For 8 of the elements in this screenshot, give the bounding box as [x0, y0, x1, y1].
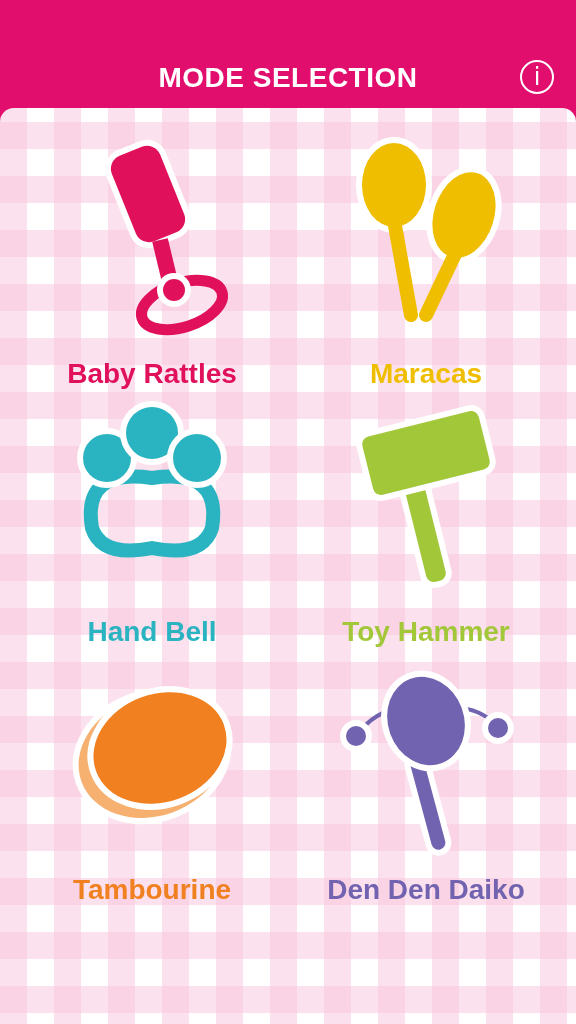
mode-button[interactable]: Den Den Daiko [326, 656, 526, 906]
screen-title: MODE SELECTION [158, 62, 418, 94]
mode-button[interactable]: Hand Bell [52, 398, 252, 648]
mode-button[interactable]: Maracas [326, 140, 526, 390]
mode-button[interactable]: Tambourine [52, 656, 252, 906]
info-button[interactable]: i [520, 60, 554, 94]
mode-button[interactable]: Toy Hammer [326, 398, 526, 648]
mode-button[interactable]: Baby Rattles [52, 140, 252, 390]
